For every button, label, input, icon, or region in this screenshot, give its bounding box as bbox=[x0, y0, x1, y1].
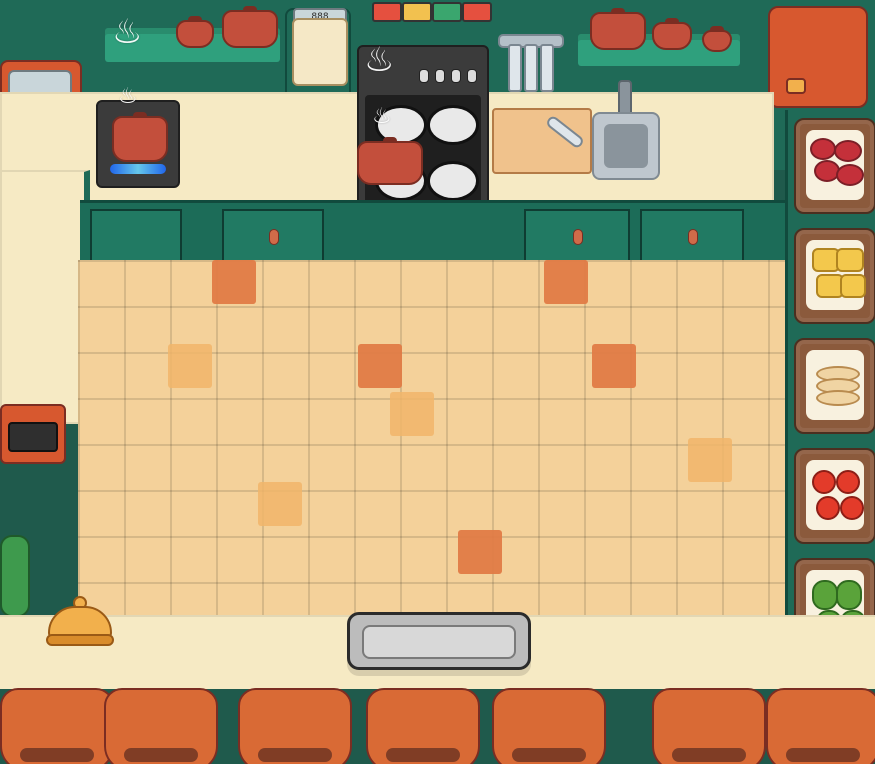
bar-stool-4 bbox=[366, 688, 480, 764]
accent-tile-4 bbox=[592, 344, 636, 388]
magnet-2 bbox=[402, 2, 432, 22]
cheese-block bbox=[836, 248, 864, 272]
wall-oven[interactable] bbox=[768, 6, 868, 108]
ingredient-slot-cheese[interactable] bbox=[794, 228, 875, 324]
knife-rack bbox=[498, 34, 564, 92]
tortilla-icon bbox=[806, 350, 864, 420]
accent-tile-1 bbox=[212, 260, 256, 304]
game-scene: 888 ♨ ♨ ♨ ♨ bbox=[0, 0, 875, 764]
burner-back-right[interactable] bbox=[427, 105, 479, 145]
tomato-icon bbox=[806, 460, 864, 530]
left-counter-top bbox=[0, 170, 90, 424]
accent-tile-8 bbox=[258, 482, 302, 526]
chef-knife[interactable] bbox=[544, 114, 586, 150]
lower-cabinets bbox=[80, 200, 785, 265]
bar-stool-6 bbox=[652, 688, 766, 764]
stove-knob-4[interactable] bbox=[467, 69, 477, 83]
bar-stool-3 bbox=[238, 688, 352, 764]
accent-tile-5 bbox=[168, 344, 212, 388]
cooktop-flame bbox=[110, 164, 166, 174]
cactus-plant bbox=[0, 535, 30, 617]
accent-tile-9 bbox=[458, 530, 502, 574]
stove-knob-2[interactable] bbox=[435, 69, 445, 83]
tomato bbox=[840, 496, 864, 520]
steam-icon: ♨ bbox=[112, 12, 143, 52]
steak-piece bbox=[834, 140, 862, 162]
bar-stool-5 bbox=[492, 688, 606, 764]
steam-icon: ♨ bbox=[364, 40, 395, 80]
accent-tile-2 bbox=[544, 260, 588, 304]
shelf-pot-large-right bbox=[590, 12, 646, 50]
floor-grid bbox=[78, 260, 790, 620]
knife-3[interactable] bbox=[540, 44, 554, 92]
cabinet-1-knob bbox=[269, 229, 279, 245]
accent-tile-3 bbox=[358, 344, 402, 388]
steak-piece bbox=[836, 164, 864, 186]
cutting-board[interactable] bbox=[492, 108, 592, 174]
accent-tile-7 bbox=[688, 438, 732, 482]
fridge-magnets bbox=[372, 0, 492, 22]
ingredient-slot-steak[interactable] bbox=[794, 118, 875, 214]
cabinet-2[interactable] bbox=[524, 209, 630, 263]
cabinet-1[interactable] bbox=[222, 209, 324, 263]
stove-knob-1[interactable] bbox=[419, 69, 429, 83]
sink-basin bbox=[604, 124, 648, 168]
steam-icon: ♨ bbox=[118, 84, 138, 109]
serving-tray-inner bbox=[362, 625, 516, 659]
cheese-icon bbox=[806, 240, 866, 310]
stove-pot[interactable] bbox=[357, 141, 423, 185]
tomato bbox=[812, 470, 836, 494]
wall-oven-dial[interactable] bbox=[786, 78, 806, 94]
left-appliance-slot bbox=[8, 422, 58, 452]
bar-stool-1 bbox=[0, 688, 114, 764]
shelf-pot-small bbox=[176, 20, 214, 48]
cheese-block bbox=[840, 274, 866, 298]
service-bell-base bbox=[46, 634, 114, 646]
accent-tile-6 bbox=[390, 392, 434, 436]
knife-1[interactable] bbox=[508, 44, 522, 92]
knife-2[interactable] bbox=[524, 44, 538, 92]
sink[interactable] bbox=[592, 112, 660, 180]
cabinet-drawers-left[interactable] bbox=[90, 209, 182, 263]
burner-front-right[interactable] bbox=[427, 161, 479, 201]
tomato bbox=[816, 496, 840, 520]
kitchen-floor bbox=[78, 260, 790, 620]
ingredient-slot-tomatoes[interactable] bbox=[794, 448, 875, 544]
bar-stool-2 bbox=[104, 688, 218, 764]
tortilla bbox=[816, 390, 860, 406]
steak-icon bbox=[806, 130, 864, 200]
shelf-pot-small-right bbox=[702, 30, 732, 52]
stove-knob-3[interactable] bbox=[451, 69, 461, 83]
avocado bbox=[812, 580, 838, 610]
left-cooktop[interactable] bbox=[96, 100, 180, 188]
cabinet-2-knob bbox=[573, 229, 583, 245]
steak-piece bbox=[810, 138, 836, 160]
magnet-1 bbox=[372, 2, 402, 22]
serving-tray[interactable] bbox=[347, 612, 531, 670]
magnet-3 bbox=[432, 2, 462, 22]
steam-icon: ♨ bbox=[372, 104, 392, 129]
bar-stool-7 bbox=[766, 688, 875, 764]
faucet[interactable] bbox=[618, 80, 632, 116]
avocado bbox=[836, 580, 862, 610]
shelf-pot-medium-right bbox=[652, 22, 692, 50]
ingredient-station bbox=[785, 110, 875, 665]
boiling-pot[interactable] bbox=[112, 116, 168, 162]
ingredient-slot-tortillas[interactable] bbox=[794, 338, 875, 434]
mixer-bowl bbox=[292, 18, 348, 86]
cabinet-3-knob bbox=[688, 229, 698, 245]
left-counter-appliance[interactable] bbox=[0, 404, 66, 464]
tomato bbox=[836, 470, 860, 494]
magnet-4 bbox=[462, 2, 492, 22]
shelf-pot-large bbox=[222, 10, 278, 48]
service-bell[interactable] bbox=[46, 596, 114, 646]
cabinet-3[interactable] bbox=[640, 209, 744, 263]
